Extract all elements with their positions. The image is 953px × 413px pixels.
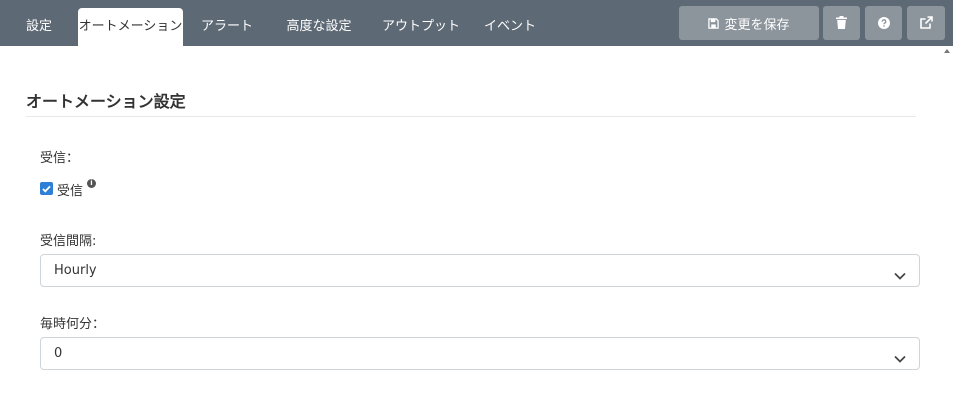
minute-select-value: 0 [54,346,63,361]
divider [26,116,916,117]
tab-output[interactable]: アウトプット [380,8,462,46]
interval-select-value: Hourly [54,263,97,278]
external-link-button[interactable] [907,6,945,40]
tab-advanced-settings[interactable]: 高度な設定 [276,8,362,46]
chevron-down-icon [894,348,906,367]
interval-select[interactable]: Hourly [40,254,920,287]
receive-checkbox[interactable] [40,182,53,195]
info-icon[interactable]: i [87,179,96,188]
receive-checkbox-label[interactable]: 受信 [57,180,83,199]
chevron-down-icon [894,265,906,284]
receive-field-label: 受信： [40,151,80,166]
interval-field-label: 受信間隔: [40,234,97,249]
tab-events[interactable]: イベント [480,8,540,46]
tab-settings[interactable]: 設定 [14,8,64,46]
external-link-icon [919,14,933,33]
tab-bar: 設定 オートメーション アラート 高度な設定 アウトプット イベント 変更を保存 [0,0,953,46]
tab-alerts[interactable]: アラート [196,8,258,46]
help-button[interactable] [865,6,902,40]
section-title: オートメーション設定 [26,92,186,111]
save-icon [708,14,720,33]
tab-automation[interactable]: オートメーション [78,8,183,46]
scroll-up-arrow[interactable] [944,49,950,53]
trash-icon [836,14,847,33]
save-changes-label: 変更を保存 [724,17,790,33]
checkmark-icon [42,185,51,193]
delete-button[interactable] [823,6,860,40]
help-icon [877,14,890,33]
minute-select[interactable]: 0 [40,337,920,370]
minute-field-label: 毎時何分： [40,317,106,332]
save-changes-button[interactable]: 変更を保存 [679,6,819,40]
